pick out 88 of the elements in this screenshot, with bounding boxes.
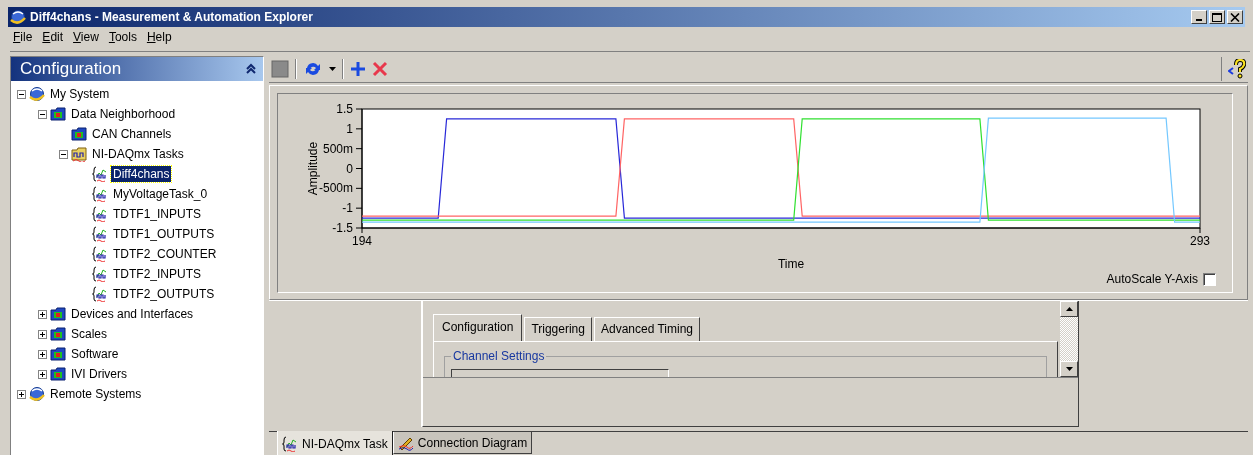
task-icon [92,206,108,222]
tick-label: 1.5 [336,102,353,116]
close-icon [1230,12,1240,22]
plus-icon [39,310,46,318]
tab[interactable]: Advanced Timing [593,317,701,341]
maximize-icon [1212,12,1222,22]
tree-item[interactable]: TDTF2_COUNTER [111,246,219,262]
globe-icon [29,386,45,402]
group-title: Channel Settings [451,349,547,363]
minimize-icon [1196,19,1202,21]
tree-item[interactable]: CAN Channels [90,126,174,142]
tree-item[interactable]: TDTF1_INPUTS [111,206,203,222]
tree-item[interactable]: TDTF2_OUTPUTS [111,286,217,302]
tab[interactable]: NI-DAQmx Task [277,431,393,455]
minimize-button[interactable] [1191,10,1207,24]
plus-icon [39,370,46,378]
tick-label: -500m [319,181,353,196]
tick-label: -1.5 [332,221,353,235]
task-icon [92,266,108,282]
expand-toggle[interactable] [38,109,47,119]
tree-item[interactable]: Devices and Interfaces [69,306,196,322]
panel-title: Configuration [20,59,122,79]
expand-toggle[interactable] [17,89,26,99]
tick-label: 0 [346,161,353,176]
refresh-button[interactable] [303,60,323,78]
menu-item[interactable]: Help [141,29,177,44]
task-icon [92,286,108,302]
tree-item[interactable]: Scales [69,326,110,342]
folder-icon [50,326,66,342]
expand-toggle[interactable] [38,329,47,339]
tree-item[interactable]: My System [48,86,112,102]
plus-icon [18,390,25,398]
expand-toggle[interactable] [59,149,68,159]
tab[interactable]: Configuration [433,314,523,341]
close-button[interactable] [1227,10,1243,24]
axis-title: Time [777,257,805,271]
folder-icon [50,306,66,322]
task-icon [282,435,298,452]
tick-label: 293 [1190,234,1210,248]
tree-item[interactable]: Data Neighborhood [69,106,178,122]
tab[interactable]: Triggering [524,317,592,341]
expand-toggle[interactable] [38,309,47,319]
plus-icon [39,330,46,338]
down-arrow-icon[interactable] [1065,367,1073,371]
menu-item[interactable]: Tools [103,29,142,44]
axis-title: Amplitude [306,141,320,196]
folder-icon [50,106,66,122]
tree-item[interactable]: Software [69,346,121,362]
collapse-icon[interactable] [245,63,257,75]
folder-icon [50,366,66,382]
maximize-button[interactable] [1209,10,1225,24]
checkbox-label: AutoScale Y-Axis [1106,272,1198,286]
tick-label: 1 [346,121,353,136]
add-button[interactable] [350,61,366,77]
tick-label: -1 [342,201,353,216]
window-title: Diff4chans - Measurement & Automation Explorer [30,10,314,24]
globe-icon [29,86,45,102]
tree-item[interactable]: Remote Systems [48,386,144,402]
up-arrow-icon[interactable] [1065,307,1073,311]
menu-item[interactable]: File [8,29,38,44]
autoscale-checkbox[interactable] [1203,272,1216,286]
tree-item[interactable]: NI-DAQmx Tasks [90,146,186,162]
app-icon [10,9,26,25]
task-icon [92,226,108,242]
tree-item[interactable]: MyVoltageTask_0 [111,186,210,202]
tick-label: 500m [322,141,353,156]
folder-icon [71,126,87,142]
help-icon[interactable] [1228,59,1246,79]
tree-item[interactable]: TDTF1_OUTPUTS [111,226,217,242]
caret-icon[interactable] [329,67,336,71]
menu-item[interactable]: Edit [37,29,69,44]
expand-toggle[interactable] [38,349,47,359]
task-icon [92,166,108,182]
tree-item[interactable]: IVI Drivers [69,366,129,382]
expand-toggle[interactable] [38,369,47,379]
tab[interactable]: Connection Diagram [392,432,533,454]
plus-icon [39,350,46,358]
folder-icon [50,346,66,362]
scrollbar[interactable] [1060,301,1078,377]
tree-item[interactable]: Diff4chans [111,166,172,182]
task-icon [92,246,108,262]
tick-label: 194 [352,234,372,248]
menu-item[interactable]: View [68,29,104,44]
expand-toggle[interactable] [17,389,26,399]
delete-button[interactable] [372,61,388,77]
task-folder-icon [71,146,87,162]
task-icon [92,186,108,202]
tree-item[interactable]: TDTF2_INPUTS [111,266,203,282]
